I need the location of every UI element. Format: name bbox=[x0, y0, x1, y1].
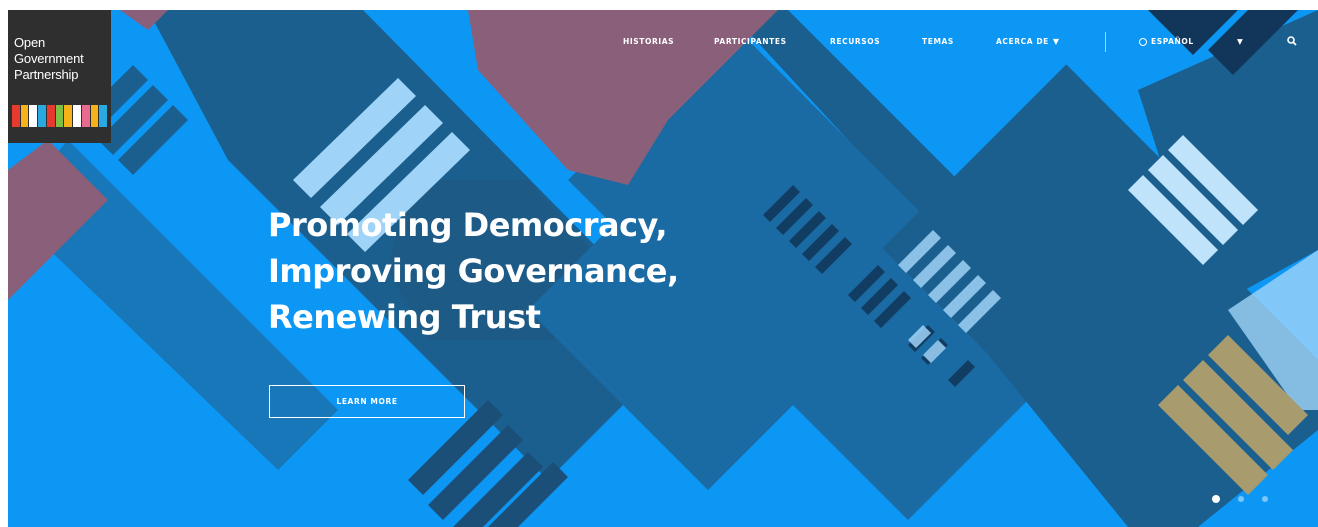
logo-stripe bbox=[64, 105, 73, 127]
hero-banner: Open Government Partnership HISTORIAS PA… bbox=[8, 10, 1318, 527]
language-dropdown-caret[interactable]: ▼ bbox=[1237, 37, 1243, 46]
headline-line-3: Renewing Trust bbox=[268, 298, 541, 336]
nav-item-recursos[interactable]: RECURSOS bbox=[830, 37, 880, 46]
ogp-logo[interactable]: Open Government Partnership bbox=[8, 10, 111, 143]
logo-stripe bbox=[55, 105, 64, 127]
logo-stripe bbox=[73, 105, 81, 127]
slider-dot-2[interactable] bbox=[1238, 496, 1244, 502]
headline-line-2: Improving Governance, bbox=[268, 252, 679, 290]
logo-color-stripes bbox=[12, 105, 108, 127]
logo-line-3: Partnership bbox=[14, 67, 79, 82]
nav-divider bbox=[1105, 32, 1106, 52]
nav-item-acerca-de[interactable]: ACERCA DE ▼ bbox=[996, 37, 1060, 46]
nav-item-historias[interactable]: HISTORIAS bbox=[623, 37, 674, 46]
slider-dots bbox=[1212, 495, 1268, 503]
language-selector[interactable]: ESPAÑOL bbox=[1139, 37, 1194, 46]
main-nav: HISTORIAS PARTICIPANTES RECURSOS TEMAS A… bbox=[8, 32, 1318, 57]
logo-stripe bbox=[12, 105, 20, 127]
logo-stripe bbox=[90, 105, 99, 127]
hero-headline: Promoting Democracy, Improving Governanc… bbox=[268, 202, 679, 340]
logo-stripe bbox=[99, 105, 108, 127]
language-label: ESPAÑOL bbox=[1151, 37, 1194, 46]
headline-line-1: Promoting Democracy, bbox=[268, 206, 668, 244]
logo-stripe bbox=[46, 105, 55, 127]
slider-dot-3[interactable] bbox=[1262, 496, 1268, 502]
logo-stripe bbox=[20, 105, 29, 127]
logo-stripe bbox=[81, 105, 90, 127]
logo-stripe bbox=[29, 105, 38, 127]
slider-dot-1[interactable] bbox=[1212, 495, 1220, 503]
nav-item-acerca-de-label: ACERCA DE bbox=[996, 37, 1049, 46]
logo-stripe bbox=[38, 105, 46, 127]
chevron-down-icon: ▼ bbox=[1052, 37, 1060, 46]
nav-item-participantes[interactable]: PARTICIPANTES bbox=[714, 37, 787, 46]
learn-more-button[interactable]: LEARN MORE bbox=[269, 385, 465, 418]
nav-item-temas[interactable]: TEMAS bbox=[922, 37, 954, 46]
search-icon[interactable] bbox=[1286, 35, 1298, 47]
globe-icon bbox=[1139, 38, 1147, 46]
